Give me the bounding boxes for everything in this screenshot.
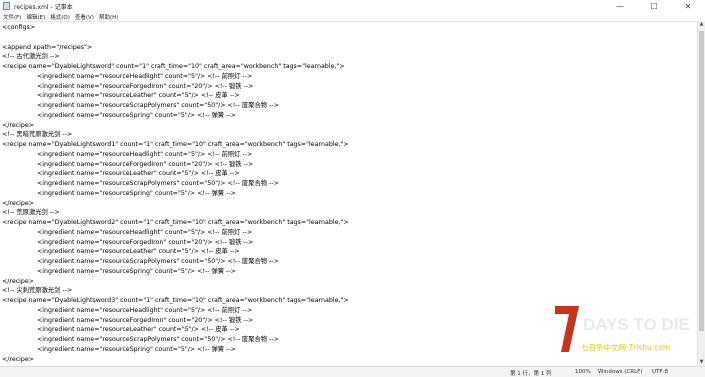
text-line: <!-- 荒原激光剑 --> [2,209,60,217]
window-title: recipes.xml - 记事本 [14,3,73,11]
text-line: <append xpath="/recipes"> [2,43,93,51]
text-line: <ingredient name="resourceScrapPolymers"… [37,336,279,343]
text-line: <ingredient name="resourceHeadlight" cou… [37,150,253,158]
text-line: <recipe name="DyableLightsword" count="1… [2,63,345,70]
logo-subtext: 七日杀中文网 7rishu.com [581,342,670,352]
logo-seven-shape [555,306,579,352]
menu-bar: 文件(F) 编辑(E) 格式(O) 查看(V) 帮助(H) [0,12,705,21]
text-line: <ingredient name="resourceHeadlight" cou… [37,228,253,236]
text-line: <ingredient name="resourceScrapPolymers"… [37,102,279,109]
menu-edit[interactable]: 编辑(E) [26,13,45,21]
text-line: <ingredient name="resourceLeather" count… [37,92,240,100]
maximize-button[interactable]: ☐ [637,0,671,12]
text-line: <ingredient name="resourceSpring" count=… [37,189,236,197]
status-bar: 第 1 行，第 1 列 100% Windows (CRLF) UTF-8 [0,366,705,377]
text-line: <ingredient name="resourceForgedIron" co… [37,82,254,90]
text-line: <recipe name="DyableLightsword3" count="… [2,297,349,304]
encoding: UTF-8 [652,369,669,375]
menu-help[interactable]: 帮助(H) [99,13,118,21]
minimize-button[interactable]: — [603,0,637,12]
line-ending: Windows (CRLF) [598,369,643,375]
scroll-up-icon[interactable]: ▲ [698,21,705,28]
text-line: <ingredient name="resourceHeadlight" cou… [37,72,253,80]
menu-file[interactable]: 文件(F) [3,13,21,21]
text-line: <ingredient name="resourceSpring" count=… [37,111,236,119]
text-line: <ingredient name="resourceScrapPolymers"… [37,180,279,187]
text-line: </recipe> [2,355,35,363]
text-line: <ingredient name="resourceLeather" count… [37,326,240,334]
text-line: <ingredient name="resourceForgedIron" co… [37,316,254,324]
text-line: <configs> [2,24,36,31]
zoom-level: 100% [575,369,591,375]
text-line: <recipe name="DyableLightsword2" count="… [2,219,349,226]
menu-view[interactable]: 查看(V) [75,13,94,21]
notepad-icon [3,2,10,10]
text-line: <ingredient name="resourceHeadlight" cou… [37,306,253,314]
text-line: <!-- 古代激光剑 --> [2,53,60,61]
text-line: <ingredient name="resourceSpring" count=… [37,345,236,353]
menu-format[interactable]: 格式(O) [50,13,70,21]
text-line: <recipe name="DyableLightsword1" count="… [2,141,349,148]
text-line: </recipe> [2,277,35,285]
title-bar: recipes.xml - 记事本 — ☐ ✕ [0,0,705,12]
text-line: </recipe> [2,121,35,129]
text-line: <!-- 黑暗荒原激光剑 --> [2,131,73,139]
cursor-position: 第 1 行，第 1 列 [510,371,552,377]
text-line: <!-- 尖刺荒原激光剑 --> [2,287,73,295]
text-line: <ingredient name="resourceForgedIron" co… [37,160,254,168]
text-line: <ingredient name="resourceLeather" count… [37,170,240,178]
window-controls: — ☐ ✕ [603,0,705,12]
game-logo-watermark: DAYS TO DIE 七日杀中文网 7rishu.com [555,306,690,352]
text-line: <ingredient name="resourceForgedIron" co… [37,238,254,246]
logo-text: DAYS TO DIE [583,315,690,334]
close-button[interactable]: ✕ [671,0,705,12]
scrollbar-thumb[interactable] [699,31,704,331]
text-line: <ingredient name="resourceSpring" count=… [37,267,236,275]
text-line: <ingredient name="resourceLeather" count… [37,248,240,256]
text-line: </recipe> [2,199,35,207]
text-line: <ingredient name="resourceScrapPolymers"… [37,258,279,265]
